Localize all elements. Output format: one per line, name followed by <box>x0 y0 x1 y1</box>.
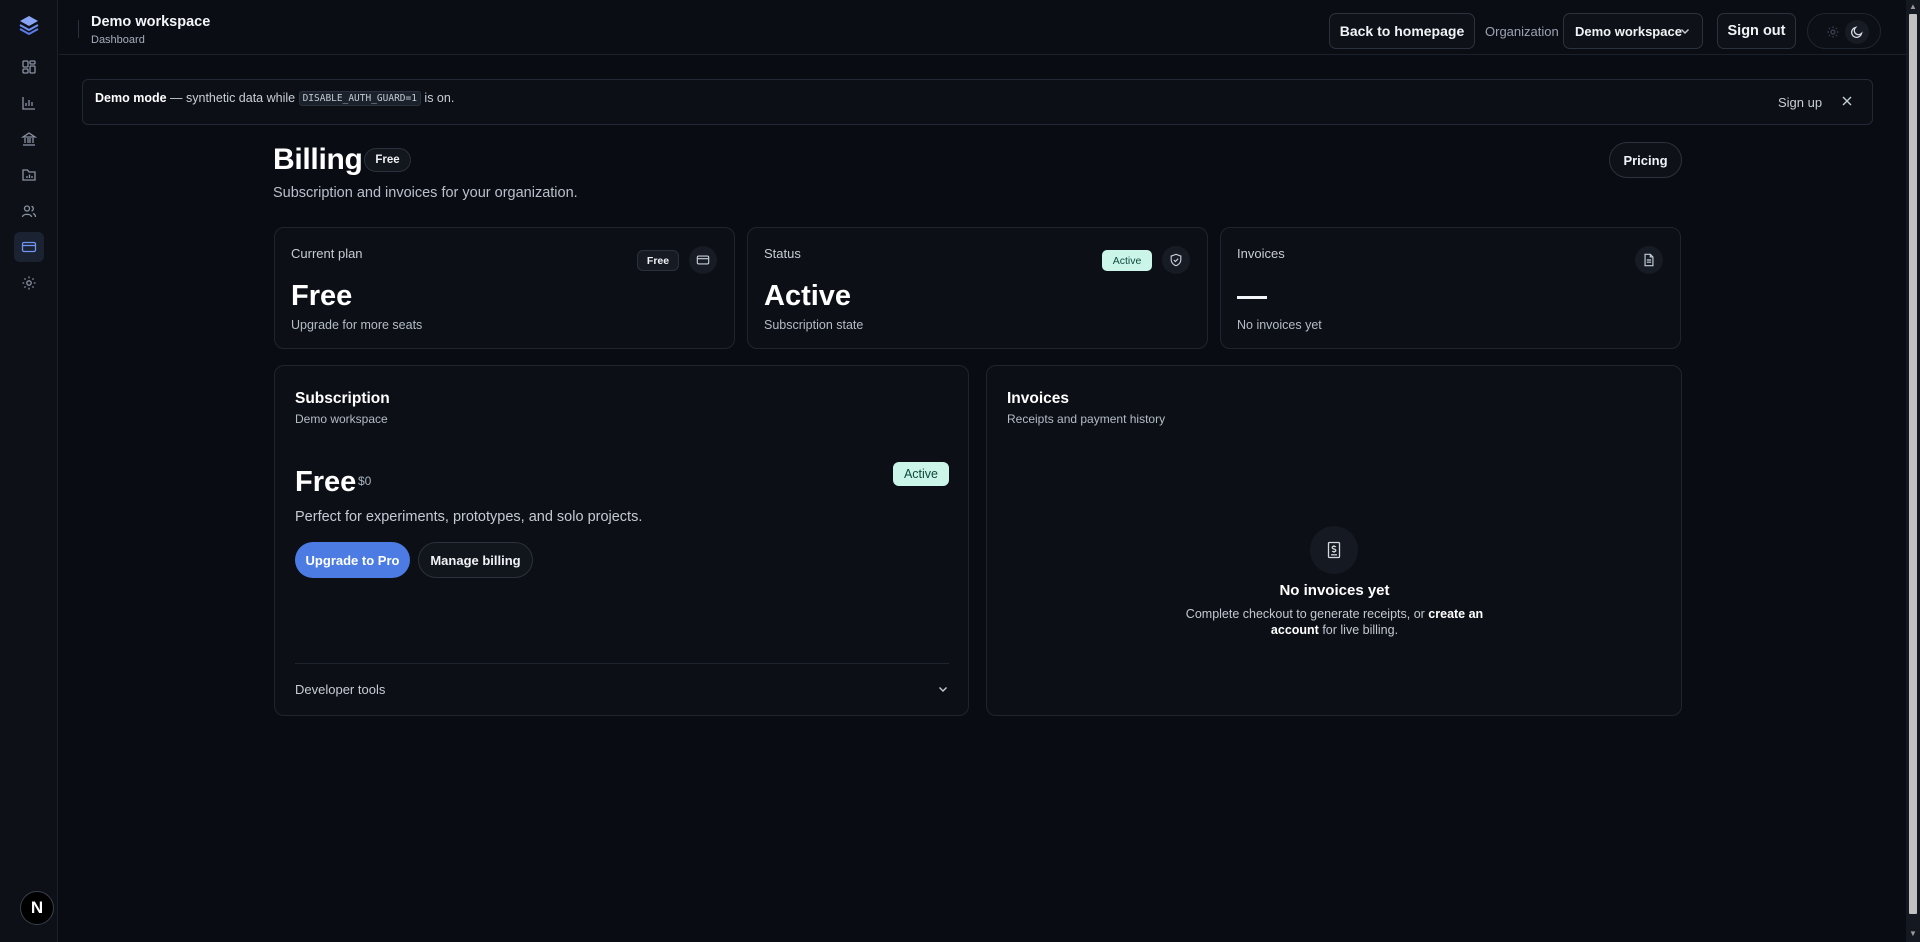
invoices-panel: Invoices Receipts and payment history No… <box>986 365 1682 716</box>
developer-tools-toggle[interactable]: Developer tools <box>295 682 385 697</box>
status-badge: Active <box>1102 250 1152 271</box>
stat-caption: No invoices yet <box>1237 318 1322 332</box>
sign-out-button[interactable]: Sign out <box>1717 13 1796 49</box>
sidebar-item-analytics[interactable] <box>14 88 44 118</box>
env-flag-code: DISABLE_AUTH_GUARD=1 <box>298 91 421 106</box>
manage-billing-button[interactable]: Manage billing <box>418 542 533 578</box>
organization-select-value: Demo workspace <box>1575 23 1682 39</box>
status-badge: Active <box>893 462 949 486</box>
top-header: Demo workspace Dashboard Back to homepag… <box>59 0 1906 55</box>
stat-label: Status <box>764 246 801 261</box>
plan-badge: Free <box>364 148 411 172</box>
sidebar-item-users[interactable] <box>14 196 44 226</box>
stat-caption: Subscription state <box>764 318 864 332</box>
moon-icon <box>1850 26 1863 39</box>
breadcrumb: Dashboard <box>91 34 145 46</box>
page-scrollbar[interactable]: ▲ ▼ <box>1906 0 1920 942</box>
folder-chart-icon <box>22 169 36 181</box>
scrollbar-thumb[interactable] <box>1909 14 1917 914</box>
stat-value: Free <box>291 280 353 312</box>
organization-label: Organization <box>1485 24 1559 39</box>
stat-label: Current plan <box>291 246 363 261</box>
sidebar-item-billing[interactable] <box>14 232 44 262</box>
subscription-panel: Subscription Demo workspace Free $0 Acti… <box>274 365 969 716</box>
sidebar-item-reports[interactable] <box>14 160 44 190</box>
dark-mode-option[interactable] <box>1845 20 1869 44</box>
workspace-title: Demo workspace <box>91 14 211 30</box>
plan-price: $0 <box>358 474 372 488</box>
credit-card-icon <box>21 241 37 253</box>
organization-select[interactable]: Demo workspace <box>1563 13 1703 49</box>
stat-value: Active <box>764 280 852 312</box>
status-card: Status Active Active Subscription state <box>747 227 1208 349</box>
chevron-down-icon[interactable] <box>937 683 949 695</box>
panel-title: Subscription <box>295 390 390 407</box>
sun-icon <box>1827 26 1839 38</box>
theme-toggle[interactable] <box>1807 13 1881 49</box>
banner-message: Demo mode — synthetic data while DISABLE… <box>95 91 454 106</box>
stat-caption: Upgrade for more seats <box>291 318 423 332</box>
page-subtitle: Subscription and invoices for your organ… <box>273 185 578 201</box>
scroll-down-arrow-icon[interactable]: ▼ <box>1909 930 1917 938</box>
panel-subtitle: Receipts and payment history <box>1007 412 1166 426</box>
scroll-up-arrow-icon[interactable]: ▲ <box>1909 3 1917 11</box>
bar-chart-icon <box>22 97 35 110</box>
header-divider <box>78 20 79 38</box>
document-icon <box>1635 246 1663 274</box>
sidebar-item-bank[interactable] <box>14 124 44 154</box>
panel-title: Invoices <box>1007 390 1070 407</box>
demo-mode-label: Demo mode <box>95 91 167 105</box>
plan-name: Free <box>295 466 357 498</box>
invoices-stat-card: Invoices No invoices yet <box>1220 227 1681 349</box>
pricing-button[interactable]: Pricing <box>1609 142 1682 178</box>
sidebar-item-settings[interactable] <box>14 268 44 298</box>
bank-icon <box>21 132 37 146</box>
empty-state-text-end: for live billing. <box>1318 623 1399 637</box>
stat-value <box>1237 296 1267 299</box>
close-icon[interactable] <box>1840 94 1854 108</box>
sidebar-item-dashboard[interactable] <box>14 52 44 82</box>
current-plan-card: Current plan Free Free Upgrade for more … <box>274 227 735 349</box>
banner-text-before: — synthetic data while <box>166 91 299 105</box>
dashboard-grid-icon <box>22 60 36 74</box>
stat-label: Invoices <box>1237 246 1285 261</box>
upgrade-to-pro-button[interactable]: Upgrade to Pro <box>295 542 410 578</box>
banner-text-after: is on. <box>420 91 455 105</box>
sign-up-link[interactable]: Sign up <box>1778 95 1822 110</box>
page-title: Billing <box>273 143 363 176</box>
receipt-icon <box>1310 526 1358 574</box>
empty-state-title: No invoices yet <box>1279 582 1390 599</box>
gear-icon <box>22 276 36 290</box>
panel-subtitle: Demo workspace <box>295 412 388 426</box>
empty-state-text: Complete checkout to generate receipts, … <box>1182 606 1487 638</box>
status-badge: Free <box>637 250 679 271</box>
avatar[interactable]: N <box>20 891 54 925</box>
demo-mode-banner: Demo mode — synthetic data while DISABLE… <box>82 79 1873 125</box>
divider <box>295 663 949 664</box>
chevron-down-icon <box>1681 29 1689 34</box>
users-icon <box>21 205 37 218</box>
layers-logo-icon[interactable] <box>17 13 41 37</box>
empty-state-text-start: Complete checkout to generate receipts, … <box>1185 607 1429 621</box>
plan-description: Perfect for experiments, prototypes, and… <box>295 509 643 525</box>
back-to-homepage-button[interactable]: Back to homepage <box>1329 13 1475 49</box>
credit-card-icon <box>689 246 717 274</box>
shield-check-icon <box>1162 246 1190 274</box>
sidebar: N <box>0 0 58 942</box>
